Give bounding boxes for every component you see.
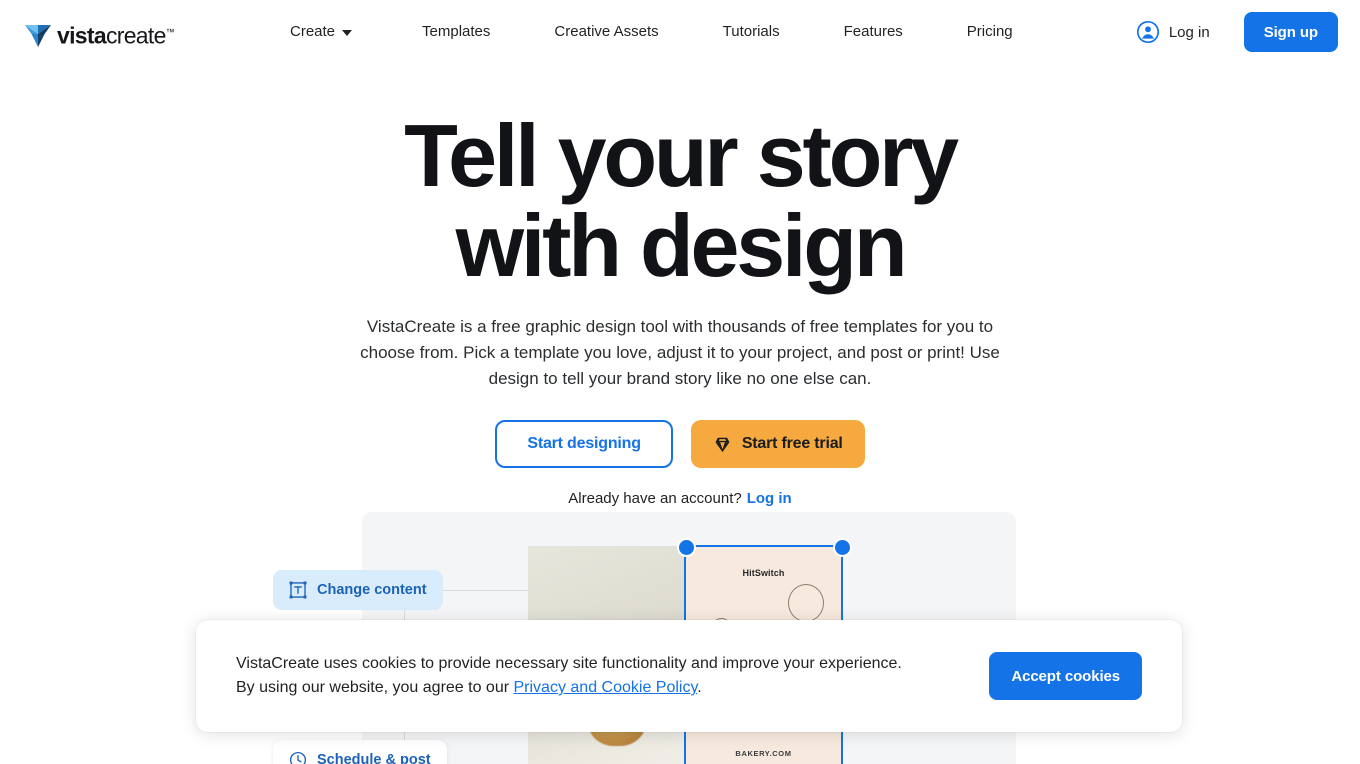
nav-item-pricing[interactable]: Pricing <box>967 0 1013 64</box>
site-header: vistacreate™ Create Templates Creative A… <box>0 0 1360 64</box>
nav-item-templates[interactable]: Templates <box>422 0 490 64</box>
vistacreate-v-logo-icon <box>25 24 51 47</box>
header-login-label: Log in <box>1168 23 1210 41</box>
hero-subtitle: VistaCreate is a free graphic design too… <box>360 317 1000 389</box>
vistacreate-logo[interactable]: vistacreate™ <box>24 18 175 50</box>
decor-ring-large <box>788 584 824 622</box>
selection-handle-top-right[interactable] <box>833 538 852 557</box>
cookie-line-1: VistaCreate uses cookies to provide nece… <box>236 655 902 672</box>
logo-tm: ™ <box>165 27 175 37</box>
page-title: Tell your story with design <box>0 112 1360 296</box>
logo-bold: vista <box>57 22 107 49</box>
nav-item-label: Create <box>290 23 336 40</box>
header-actions: Log in Sign up <box>1136 0 1338 64</box>
start-free-trial-label: Start free trial <box>741 435 843 453</box>
chevron-down-icon <box>342 30 353 36</box>
cookie-consent-banner: VistaCreate uses cookies to provide nece… <box>196 620 1182 732</box>
hero-title-line-1: Tell your story <box>404 106 959 205</box>
cookie-line-2-suffix: . <box>697 679 702 696</box>
tooltip-change-content[interactable]: Change content <box>273 570 443 610</box>
tooltip-schedule-post[interactable]: Schedule & post <box>273 740 447 764</box>
vistacreate-landing-page: vistacreate™ Create Templates Creative A… <box>0 0 1360 764</box>
start-free-trial-button[interactable]: Start free trial <box>690 420 865 469</box>
canvas-brand-label: HitSwitch <box>742 568 785 578</box>
selection-handle-top-left[interactable] <box>677 538 696 557</box>
start-designing-button[interactable]: Start designing <box>495 420 673 469</box>
main-nav: Create Templates Creative Assets Tutoria… <box>290 0 1013 64</box>
canvas-footer-label: BAKERY.COM <box>735 749 792 758</box>
logo-thin: create <box>105 22 166 49</box>
nav-item-features[interactable]: Features <box>844 0 903 64</box>
logo-wordmark: vistacreate™ <box>57 18 175 50</box>
privacy-cookie-policy-link[interactable]: Privacy and Cookie Policy <box>514 679 698 696</box>
hero-cta-row: Start designing Start free trial <box>0 420 1360 469</box>
signup-button[interactable]: Sign up <box>1243 12 1338 52</box>
cookie-banner-text: VistaCreate uses cookies to provide nece… <box>236 652 989 700</box>
hero-login-link[interactable]: Log in <box>747 490 792 507</box>
header-login-link[interactable]: Log in <box>1136 20 1210 44</box>
diamond-gem-icon <box>715 437 730 452</box>
hero-section: Tell your story with design VistaCreate … <box>0 64 1360 508</box>
nav-item-creative-assets[interactable]: Creative Assets <box>554 0 658 64</box>
already-have-account-text: Already have an account? <box>568 490 742 508</box>
nav-item-tutorials[interactable]: Tutorials <box>723 0 780 64</box>
clock-icon <box>289 751 307 764</box>
nav-item-create[interactable]: Create <box>290 0 353 64</box>
already-have-account-row: Already have an account? Log in <box>0 490 1360 507</box>
cookie-line-2-prefix: By using our website, you agree to our <box>236 679 514 696</box>
selection-border-top <box>685 545 842 547</box>
accept-cookies-button[interactable]: Accept cookies <box>989 652 1142 700</box>
tooltip-change-content-label: Change content <box>317 582 427 598</box>
text-box-icon <box>289 581 307 599</box>
hero-title-line-2: with design <box>455 196 908 296</box>
tooltip-schedule-post-label: Schedule & post <box>317 752 431 764</box>
user-circle-icon <box>1136 20 1159 44</box>
